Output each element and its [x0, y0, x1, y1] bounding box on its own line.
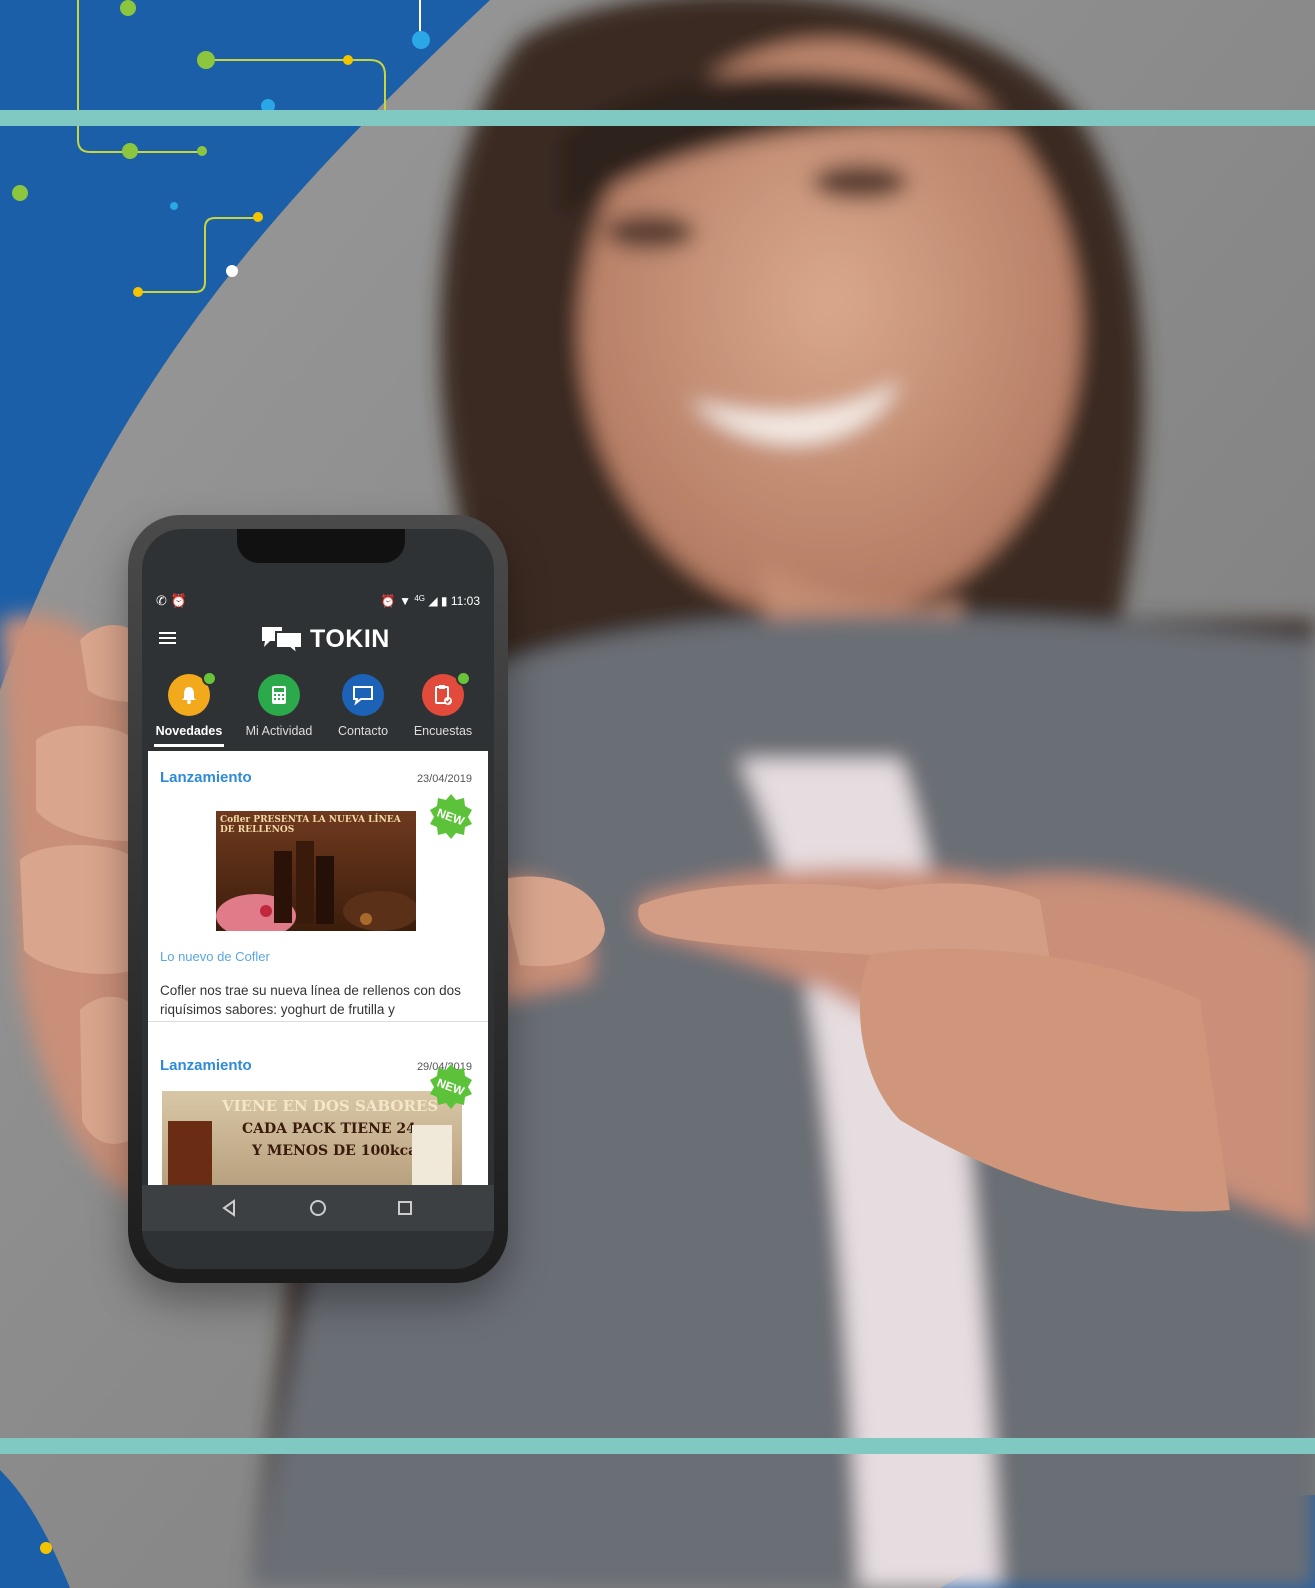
smartphone: ✆ ⏰ ⏰ ▼ 4G ◢ ▮ 11:03 TOKIN Novedades Mi … — [128, 515, 508, 1283]
card-category: Lanzamiento — [160, 769, 252, 786]
chat-bubbles-logo-icon — [262, 627, 303, 655]
home-icon[interactable] — [307, 1197, 329, 1219]
tab-mi-actividad-circle — [258, 674, 300, 716]
phone-notch — [237, 529, 405, 563]
recent-apps-icon[interactable] — [394, 1197, 416, 1219]
hamburger-menu-icon[interactable] — [158, 627, 178, 649]
card-category: Lanzamiento — [160, 1057, 252, 1074]
back-icon[interactable] — [218, 1197, 240, 1219]
whatsapp-icon: ✆ — [156, 593, 167, 608]
status-bar: ✆ ⏰ ⏰ ▼ 4G ◢ ▮ 11:03 — [142, 591, 494, 613]
status-time: 11:03 — [450, 594, 480, 608]
teal-divider-top — [0, 110, 1315, 126]
app-title: TOKIN — [310, 624, 390, 653]
app-bar: TOKIN — [142, 619, 494, 659]
calculator-icon — [272, 686, 286, 704]
tab-bar: Novedades Mi Actividad Contacto Encuesta… — [142, 669, 494, 749]
new-badge-icon: NEW — [430, 794, 472, 839]
android-nav-bar — [142, 1185, 494, 1231]
signal-label: 4G — [414, 594, 425, 603]
notification-dot — [202, 671, 217, 686]
tab-novedades[interactable]: Novedades — [146, 669, 232, 749]
clipboard-icon — [435, 685, 452, 705]
status-right-icons: ⏰ ▼ 4G ◢ ▮ 11:03 — [381, 594, 480, 608]
news-card[interactable]: Lanzamiento 23/04/2019 Cofler PRESENTA L… — [148, 751, 488, 1022]
product-image: VIENE EN DOS SABORES CADA PACK TIENE 24u… — [162, 1091, 462, 1185]
card-date: 23/04/2019 — [416, 773, 472, 785]
tab-mi-actividad-label: Mi Actividad — [245, 724, 313, 738]
tab-contacto-label: Contacto — [337, 724, 389, 738]
tab-encuestas-label: Encuestas — [413, 724, 473, 738]
product-illustration — [168, 1121, 452, 1185]
tab-encuestas[interactable]: Encuestas — [400, 669, 486, 749]
tab-contacto-circle — [342, 674, 384, 716]
tab-novedades-label: Novedades — [155, 724, 223, 738]
bell-icon — [182, 687, 196, 704]
product-illustration — [216, 841, 416, 931]
card-subtitle: Lo nuevo de Cofler — [160, 949, 270, 964]
tab-mi-actividad[interactable]: Mi Actividad — [236, 669, 322, 749]
notification-dot — [456, 671, 471, 686]
active-tab-indicator — [154, 744, 224, 747]
new-badge-icon: NEW — [430, 1064, 472, 1109]
battery-icon: ▮ — [440, 594, 448, 608]
product-image: Cofler PRESENTA LA NUEVA LÍNEA DE RELLEN… — [216, 811, 416, 931]
signal-icon: ◢ — [428, 594, 438, 608]
wifi-icon: ▼ — [399, 594, 411, 608]
chat-icon — [353, 686, 373, 706]
status-left-icons: ✆ ⏰ — [156, 593, 187, 609]
phone-screen: ✆ ⏰ ⏰ ▼ 4G ◢ ▮ 11:03 TOKIN Novedades Mi … — [142, 529, 494, 1269]
news-card[interactable]: Lanzamiento 29/04/2019 VIENE EN DOS SABO… — [148, 1039, 488, 1185]
tab-contacto[interactable]: Contacto — [320, 669, 406, 749]
teal-divider-bottom — [0, 1438, 1315, 1454]
alarm-icon: ⏰ — [170, 593, 187, 608]
alarm-icon: ⏰ — [380, 594, 396, 608]
news-feed[interactable]: Lanzamiento 23/04/2019 Cofler PRESENTA L… — [148, 751, 488, 1185]
app-logo: TOKIN — [260, 621, 390, 657]
card-body: Cofler nos trae su nueva línea de rellen… — [160, 983, 461, 1017]
